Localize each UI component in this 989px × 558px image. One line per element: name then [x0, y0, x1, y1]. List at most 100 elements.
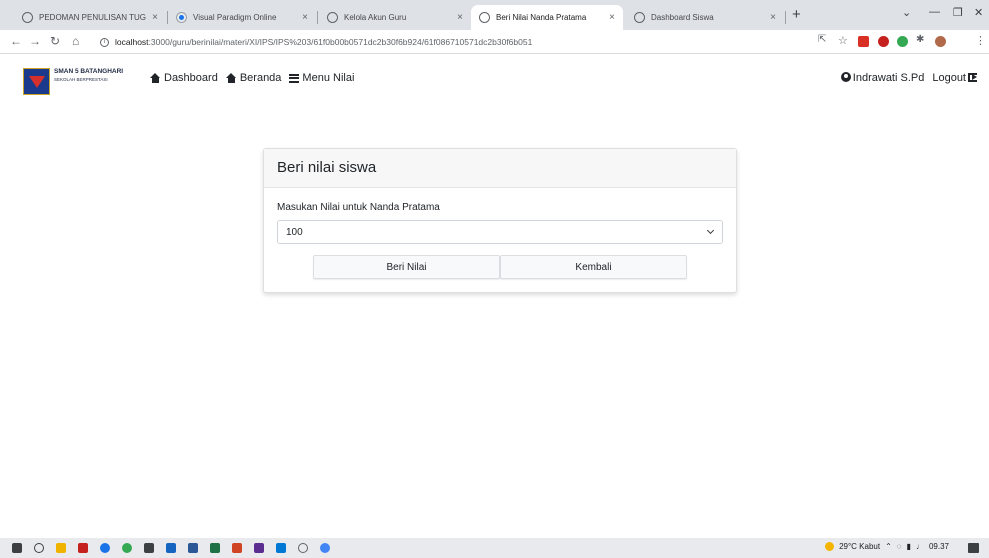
word-icon[interactable] — [188, 543, 198, 553]
grade-select[interactable]: 100 — [277, 220, 723, 244]
address-bar: ← → ↻ ⌂ i localhost:3000/guru/berinilai/… — [0, 30, 989, 54]
volume-icon[interactable]: ♩ — [916, 542, 924, 551]
brand-tagline: SEKOLAH BERPRESTASI — [54, 77, 108, 82]
close-icon[interactable]: × — [770, 12, 776, 23]
back-arrow-icon[interactable]: ← — [10, 34, 22, 48]
new-tab-button[interactable]: + — [792, 6, 801, 23]
tab-separator — [317, 11, 318, 24]
vscode-icon[interactable] — [276, 543, 286, 553]
tray-chevron-icon[interactable]: ⌃ — [885, 542, 892, 551]
button-row: Beri Nilai Kembali — [277, 255, 723, 279]
user-profile-link[interactable]: Indrawati S.Pd — [840, 72, 925, 84]
school-logo — [23, 68, 50, 95]
grade-field-label: Masukan Nilai untuk Nanda Pratama — [277, 202, 440, 213]
tab-search-icon[interactable]: ⌄ — [902, 6, 911, 19]
browser-tab[interactable]: PEDOMAN PENULISAN TUGAS A × — [14, 5, 166, 30]
nav-links: Dashboard Beranda Menu Nilai — [150, 72, 354, 84]
browser-tabstrip: PEDOMAN PENULISAN TUGAS A × Visual Parad… — [0, 0, 989, 30]
reload-icon[interactable]: ↻ — [50, 34, 60, 48]
home-button-icon[interactable]: ⌂ — [72, 34, 79, 48]
browser-tab-active[interactable]: Beri Nilai Nanda Pratama × — [471, 5, 623, 30]
taskbar-app-icon[interactable] — [298, 543, 308, 553]
grade-select-value: 100 — [286, 226, 303, 238]
tab-separator — [785, 11, 786, 24]
close-icon[interactable]: × — [609, 12, 615, 23]
browser-tab[interactable]: Visual Paradigm Online × — [168, 5, 316, 30]
visual-paradigm-icon — [176, 12, 187, 23]
url-input[interactable]: i localhost:3000/guru/berinilai/materi/X… — [100, 33, 800, 51]
weather-text[interactable]: 29°C Kabut — [839, 542, 880, 551]
tab-title: Beri Nilai Nanda Pratama — [496, 13, 587, 22]
tab-title: PEDOMAN PENULISAN TUGAS A — [39, 13, 146, 22]
weather-icon — [825, 542, 835, 551]
app-navbar: SMAN 5 BATANGHARI SEKOLAH BERPRESTASI Da… — [0, 54, 989, 106]
brand[interactable]: SMAN 5 BATANGHARI SEKOLAH BERPRESTASI — [23, 68, 123, 95]
nav-link-beranda[interactable]: Beranda — [225, 72, 282, 84]
battery-icon[interactable]: ▮ — [907, 542, 911, 551]
bookmark-star-icon[interactable]: ☆ — [838, 34, 848, 47]
submit-grade-button[interactable]: Beri Nilai — [313, 255, 500, 279]
taskbar-app-icon[interactable] — [166, 543, 176, 553]
close-icon[interactable]: × — [152, 12, 158, 23]
globe-icon — [479, 12, 490, 23]
file-explorer-icon[interactable] — [56, 543, 66, 553]
brand-name: SMAN 5 BATANGHARI — [54, 68, 124, 75]
extensions-puzzle-icon[interactable]: ✱ — [916, 34, 924, 45]
browser-menu-icon[interactable]: ⋮ — [975, 34, 986, 47]
globe-icon — [22, 12, 33, 23]
url-host: localhost — [115, 37, 149, 47]
taskbar-app-icon[interactable] — [144, 543, 154, 553]
excel-icon[interactable] — [210, 543, 220, 553]
powerpoint-icon[interactable] — [232, 543, 242, 553]
extension-red-icon[interactable] — [858, 36, 869, 47]
browser-tab[interactable]: Dashboard Siswa × — [626, 5, 784, 30]
network-icon[interactable]: ◌ — [897, 542, 902, 551]
grade-card: Beri nilai siswa Masukan Nilai untuk Nan… — [263, 148, 737, 293]
system-tray: 29°C Kabut ⌃ ◌ ▮ ♩ 09.37 — [825, 542, 949, 551]
home-icon — [150, 73, 161, 83]
nav-link-label: Dashboard — [164, 72, 218, 84]
globe-icon — [634, 12, 645, 23]
notification-icon[interactable] — [968, 543, 979, 553]
close-icon[interactable]: × — [457, 12, 463, 23]
chrome-icon[interactable] — [122, 543, 132, 553]
forward-arrow-icon[interactable]: → — [29, 34, 41, 48]
globe-icon — [327, 12, 338, 23]
tab-title: Kelola Akun Guru — [344, 13, 407, 22]
close-icon[interactable]: × — [302, 12, 308, 23]
taskbar-app-icon[interactable] — [320, 543, 330, 553]
user-name: Indrawati S.Pd — [852, 72, 925, 84]
taskbar-app-icon[interactable] — [78, 543, 88, 553]
window-close-icon[interactable]: ✕ — [974, 6, 983, 19]
tab-title: Visual Paradigm Online — [193, 13, 277, 22]
user-icon — [840, 72, 851, 82]
minimize-icon[interactable]: — — [929, 6, 940, 18]
home-icon — [225, 73, 237, 83]
site-info-icon[interactable]: i — [100, 37, 109, 47]
nav-link-dashboard[interactable]: Dashboard — [150, 72, 218, 84]
url-path: :3000/guru/berinilai/materi/XI/IPS/IPS%2… — [148, 37, 533, 47]
chevron-down-icon — [706, 226, 715, 235]
menu-icon — [289, 73, 300, 83]
tab-title: Dashboard Siswa — [651, 13, 714, 22]
profile-avatar-icon[interactable] — [935, 36, 946, 47]
taskbar-app-icon[interactable] — [254, 543, 264, 553]
nav-link-menu-nilai[interactable]: Menu Nilai — [289, 72, 354, 84]
card-body: Masukan Nilai untuk Nanda Pratama 100 Be… — [264, 188, 736, 279]
back-button[interactable]: Kembali — [500, 255, 687, 279]
start-icon[interactable] — [12, 543, 22, 553]
search-icon[interactable] — [34, 543, 44, 553]
card-title: Beri nilai siswa — [264, 149, 736, 188]
share-icon[interactable]: ⇱ — [818, 34, 826, 45]
clock[interactable]: 09.37 — [929, 542, 949, 551]
restore-icon[interactable]: ❐ — [953, 6, 963, 19]
edge-icon[interactable] — [100, 543, 110, 553]
browser-tab[interactable]: Kelola Akun Guru × — [319, 5, 471, 30]
logout-link[interactable]: Logout — [932, 72, 977, 84]
extension-circle-icon[interactable] — [878, 36, 889, 47]
nav-link-label: Menu Nilai — [302, 72, 355, 84]
logout-label: Logout — [932, 72, 966, 84]
os-taskbar: 29°C Kabut ⌃ ◌ ▮ ♩ 09.37 — [0, 538, 989, 558]
nav-link-label: Beranda — [239, 72, 282, 84]
extension-green-icon[interactable] — [897, 36, 908, 47]
